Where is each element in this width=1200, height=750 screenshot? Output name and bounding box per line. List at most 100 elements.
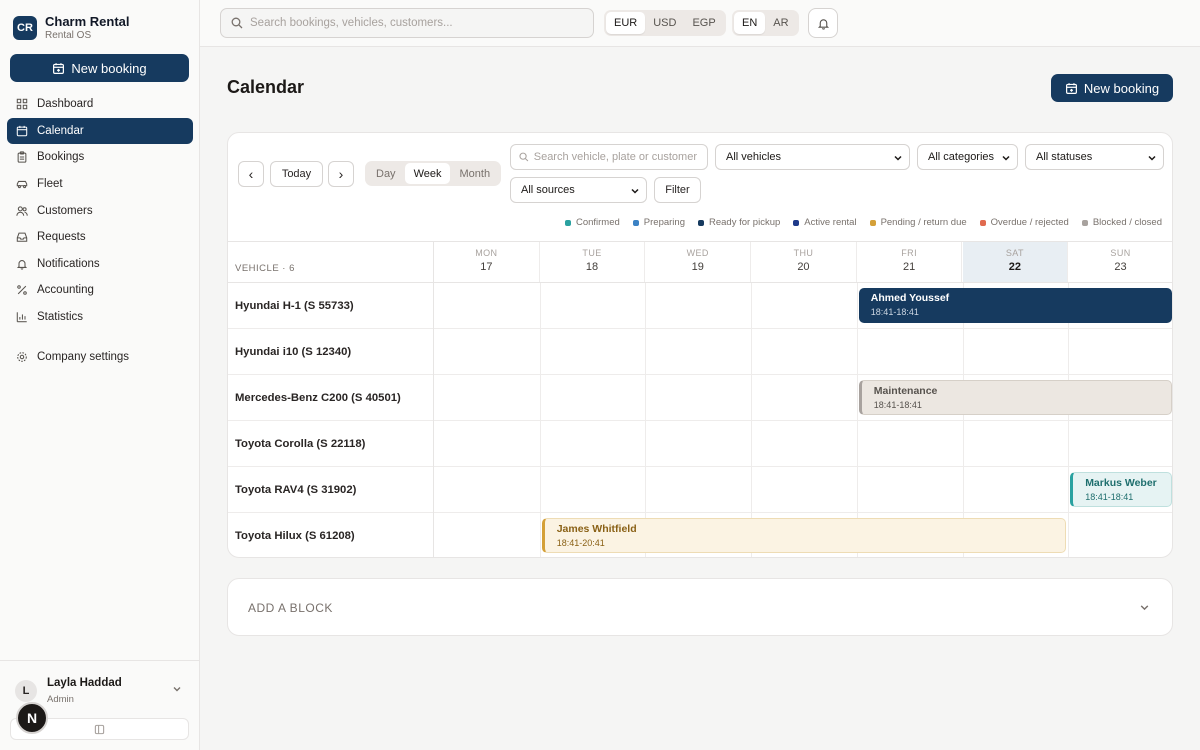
- calendar-search-input[interactable]: [533, 151, 707, 163]
- clipboard-icon: [16, 151, 28, 164]
- sidebar-item-notifications[interactable]: Notifications: [7, 251, 193, 278]
- chevron-left-icon: ‹: [248, 166, 254, 182]
- sidebar-item-company-settings[interactable]: Company settings: [7, 343, 193, 370]
- vehicle-name[interactable]: Toyota RAV4 (S 31902): [228, 467, 434, 513]
- sidebar-new-booking-button[interactable]: New booking: [10, 54, 189, 82]
- avatar[interactable]: L: [15, 680, 37, 702]
- event-time: 18:41-18:41: [873, 400, 922, 410]
- day-header-thu[interactable]: THU 20: [751, 242, 857, 283]
- event-time: 18:41-20:41: [556, 538, 605, 548]
- calendar-icon: [16, 125, 28, 137]
- day-date: 20: [797, 261, 810, 273]
- notifications-button[interactable]: [808, 8, 838, 38]
- event-title: James Whitfield: [556, 523, 637, 535]
- sidebar: CR Charm Rental Rental OS New booking Da…: [0, 0, 200, 750]
- language-switch: EN AR: [732, 10, 799, 36]
- view-option-month[interactable]: Month: [450, 163, 499, 184]
- currency-option-usd[interactable]: USD: [645, 12, 684, 34]
- search-icon: [519, 152, 529, 162]
- chevron-down-icon[interactable]: [172, 684, 182, 694]
- language-option-ar[interactable]: AR: [765, 12, 796, 34]
- legend-label: Pending / return due: [880, 217, 967, 228]
- vehicle-name[interactable]: Toyota Hilux (S 61208): [228, 513, 434, 557]
- sidebar-item-bookings[interactable]: Bookings: [7, 144, 193, 171]
- booking-event[interactable]: Ahmed Youssef 18:41-18:41: [858, 288, 1172, 323]
- legend-label: Ready for pickup: [708, 217, 781, 228]
- page-title: Calendar: [227, 77, 305, 97]
- booking-event[interactable]: James Whitfield 18:41-20:41: [541, 518, 1067, 553]
- floating-badge[interactable]: N: [16, 702, 48, 734]
- day-header-wed[interactable]: WED 19: [645, 242, 752, 283]
- day-header-sat[interactable]: SAT 22: [962, 242, 1069, 283]
- bell-icon: [817, 18, 829, 30]
- view-option-day[interactable]: Day: [367, 163, 405, 184]
- sidebar-item-label: Bookings: [37, 151, 85, 164]
- sidebar-item-calendar[interactable]: Calendar: [7, 117, 193, 145]
- day-header-fri[interactable]: FRI 21: [857, 242, 963, 283]
- sidebar-item-statistics[interactable]: Statistics: [7, 304, 193, 331]
- prev-week-button[interactable]: ‹: [238, 161, 264, 187]
- legend-swatch: [793, 219, 800, 226]
- legend-swatch: [564, 219, 571, 226]
- day-name: MON: [475, 248, 498, 258]
- global-search: [220, 8, 594, 38]
- day-header-sun[interactable]: SUN 23: [1068, 242, 1172, 283]
- next-week-button[interactable]: ›: [328, 161, 354, 187]
- sidebar-item-label: Requests: [37, 231, 86, 244]
- sidebar-item-customers[interactable]: Customers: [7, 197, 193, 224]
- event-title: Markus Weber: [1085, 477, 1157, 489]
- add-block-panel[interactable]: ADD A BLOCK: [227, 578, 1173, 636]
- sidebar-item-fleet[interactable]: Fleet: [7, 171, 193, 198]
- sidebar-item-dashboard[interactable]: Dashboard: [7, 91, 193, 118]
- day-header-tue[interactable]: TUE 18: [540, 242, 646, 283]
- day-header-mon[interactable]: MON 17: [434, 242, 540, 283]
- vehicle-name[interactable]: Hyundai H-1 (S 55733): [228, 283, 434, 329]
- chevron-right-icon: ›: [338, 166, 344, 182]
- statuses-select[interactable]: All statuses: [1025, 144, 1164, 170]
- bell-icon: [16, 258, 28, 270]
- legend-item: Active rental: [793, 217, 857, 228]
- topbar: EURUSDEGP ENAR: [200, 0, 1200, 47]
- legend-swatch: [979, 219, 986, 226]
- new-booking-button[interactable]: New booking: [1051, 74, 1173, 102]
- global-search-input[interactable]: [250, 17, 570, 29]
- percent-icon: [16, 284, 28, 296]
- vehicles-select[interactable]: All vehicles: [715, 144, 910, 170]
- booking-event[interactable]: Maintenance 18:41-18:41: [858, 380, 1172, 415]
- day-divider: [751, 283, 753, 557]
- day-name: FRI: [901, 248, 917, 258]
- day-date: 18: [585, 261, 599, 273]
- chevron-down-icon: [1140, 605, 1149, 611]
- booking-event[interactable]: Markus Weber 18:41-18:41: [1070, 472, 1172, 507]
- categories-select-value: All categories: [928, 151, 995, 163]
- sidebar-item-label: Company settings: [37, 350, 130, 363]
- calendar-plus-icon: [1065, 82, 1077, 94]
- sources-select[interactable]: All sources: [510, 177, 647, 203]
- vehicle-name[interactable]: Mercedes-Benz C200 (S 40501): [228, 375, 434, 421]
- brand[interactable]: CR Charm Rental Rental OS: [13, 14, 130, 42]
- day-date: 19: [691, 261, 704, 273]
- sidebar-nav: Dashboard Calendar Bookings Fleet Customers R…: [7, 91, 193, 370]
- day-name: THU: [793, 248, 814, 258]
- sidebar-item-accounting[interactable]: Accounting: [7, 277, 193, 304]
- view-option-week[interactable]: Week: [404, 163, 451, 184]
- language-option-en[interactable]: EN: [734, 12, 766, 34]
- currency-option-eur[interactable]: EUR: [606, 12, 646, 34]
- vehicle-name[interactable]: Hyundai i10 (S 12340): [228, 329, 434, 375]
- sidebar-item-requests[interactable]: Requests: [7, 224, 193, 251]
- currency-option-egp[interactable]: EGP: [684, 12, 723, 34]
- day-name: WED: [686, 248, 709, 258]
- dashboard-icon: [16, 98, 28, 110]
- categories-select[interactable]: All categories: [917, 144, 1018, 170]
- today-button[interactable]: Today: [270, 161, 323, 187]
- statuses-select-value: All statuses: [1036, 151, 1093, 163]
- vehicle-name[interactable]: Toyota Corolla (S 22118): [228, 421, 434, 467]
- filter-button[interactable]: Filter: [654, 177, 701, 203]
- vehicle-column-header: VEHICLE · 6: [228, 242, 434, 283]
- day-date: 23: [1114, 261, 1127, 273]
- day-name: SUN: [1110, 248, 1131, 258]
- legend-label: Blocked / closed: [1092, 217, 1162, 228]
- day-name: TUE: [582, 248, 602, 258]
- sidebar-item-label: Accounting: [37, 284, 94, 297]
- sidebar-new-booking-label: New booking: [71, 60, 147, 76]
